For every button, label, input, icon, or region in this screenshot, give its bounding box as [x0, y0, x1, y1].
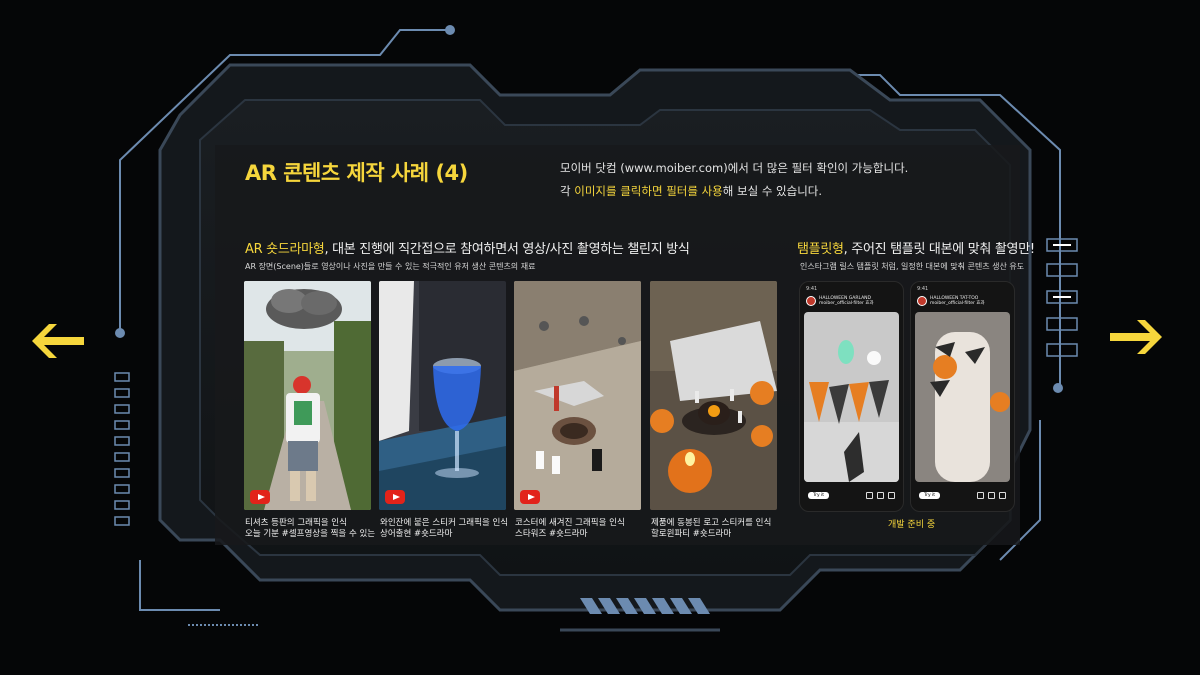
- phone-action-bar: Try it: [915, 489, 1010, 501]
- caption-line: 제품에 동봉된 로고 스티커를 인식: [651, 518, 772, 528]
- youtube-play-icon[interactable]: [385, 490, 405, 504]
- try-it-button[interactable]: Try it: [808, 491, 830, 499]
- template-title-rest: , 주어진 탬플릿 대본에 맞춰 촬영만!: [843, 242, 1035, 257]
- phone-screen: [915, 312, 1010, 482]
- youtube-play-icon[interactable]: [250, 490, 270, 504]
- left-arrow-icon[interactable]: [32, 322, 84, 360]
- ar-example-card-starwars[interactable]: [514, 281, 641, 510]
- share-icon[interactable]: [877, 491, 884, 499]
- account-text: HALLOWEEN TAT-TOO moiber_official·filter…: [930, 296, 985, 306]
- card-caption-starwars: 코스터에 새겨진 그래픽을 인식 스타워즈 #숏드라마: [515, 518, 645, 540]
- caption-line: 와인잔에 붙은 스티커 그래픽을 인식: [380, 518, 509, 528]
- try-it-button[interactable]: Try it: [919, 491, 941, 499]
- more-icon[interactable]: [888, 491, 895, 499]
- template-title-highlight: 탬플릿형: [797, 242, 844, 257]
- right-arrow-icon[interactable]: [1110, 318, 1162, 356]
- caption-line: 오늘 기분 #셀프영상을 찍을 수 있는: [245, 529, 376, 539]
- account-handle: moiber_official·filter 효과: [819, 301, 874, 306]
- card-caption-tshirt: 티셔츠 등판의 그래픽을 인식 오늘 기분 #셀프영상을 찍을 수 있는: [245, 518, 375, 540]
- account-text: HALLOWEEN GARLAND moiber_official·filter…: [819, 296, 874, 306]
- tshirt-scene-image: [244, 281, 371, 510]
- short-drama-section-title: AR 숏드라마형, 대본 진행에 직간접으로 참여하면서 영상/사진 촬영하는 …: [245, 238, 690, 257]
- starwars-scene-image: [514, 281, 641, 510]
- caption-line: 티셔츠 등판의 그래픽을 인식: [245, 518, 347, 528]
- template-section-title: 탬플릿형, 주어진 탬플릿 대본에 맞춰 촬영만!: [797, 238, 1035, 257]
- phone-status-time: 9:41: [917, 286, 929, 292]
- caption-line: 스타워즈 #숏드라마: [515, 529, 588, 539]
- phone-action-bar: Try it: [804, 489, 899, 501]
- tattoo-scene-image: [915, 312, 1010, 482]
- short-drama-title-highlight: AR 숏드라마형: [245, 242, 325, 257]
- save-icon[interactable]: [866, 491, 873, 499]
- phone-account: HALLOWEEN GARLAND moiber_official·filter…: [806, 296, 874, 306]
- ar-example-card-halloween[interactable]: [650, 281, 777, 510]
- page-title: AR 콘텐츠 제작 사례 (4): [245, 161, 468, 185]
- short-drama-title-rest: , 대본 진행에 직간접으로 참여하면서 영상/사진 촬영하는 챌린지 방식: [324, 242, 690, 257]
- more-icon[interactable]: [999, 491, 1006, 499]
- halloween-scene-image: [650, 281, 777, 510]
- youtube-play-icon[interactable]: [520, 490, 540, 504]
- slide-canvas: AR 콘텐츠 제작 사례 (4) 모이버 닷컴 (www.moiber.com)…: [0, 0, 1200, 675]
- site-info-text: 모이버 닷컴 (www.moiber.com)에서 더 많은 필터 확인이 가능…: [560, 161, 909, 175]
- ar-example-card-wineglass[interactable]: [379, 281, 506, 510]
- card-caption-halloween: 제품에 동봉된 로고 스티커를 인식 할로윈파티 #숏드라마: [651, 518, 781, 540]
- wineglass-scene-image: [379, 281, 506, 510]
- instruction-prefix: 각: [560, 184, 575, 198]
- caption-line: 할로윈파티 #숏드라마: [651, 529, 732, 539]
- caption-line: 상어출현 #숏드라마: [380, 529, 453, 539]
- account-handle: moiber_official·filter 효과: [930, 301, 985, 306]
- garland-scene-image: [804, 312, 899, 482]
- avatar: [806, 296, 816, 306]
- phone-account: HALLOWEEN TAT-TOO moiber_official·filter…: [917, 296, 985, 306]
- caption-line: 코스터에 새겨진 그래픽을 인식: [515, 518, 625, 528]
- instruction-suffix: 해 보실 수 있습니다.: [722, 184, 823, 198]
- card-caption-wineglass: 와인잔에 붙은 스티커 그래픽을 인식 상어출현 #숏드라마: [380, 518, 510, 540]
- phone-screen: [804, 312, 899, 482]
- click-instruction: 각 이미지를 클릭하면 필터를 사용해 보실 수 있습니다.: [560, 183, 822, 199]
- template-subtitle: 인스타그램 릴스 탬플릿 처럼, 일정한 대본에 맞춰 콘텐츠 생산 유도: [800, 262, 1025, 271]
- phone-mockup-garland[interactable]: 9:41 HALLOWEEN GARLAND moiber_official·f…: [799, 281, 904, 512]
- avatar: [917, 296, 927, 306]
- phone-status-time: 9:41: [806, 286, 818, 292]
- ar-example-card-tshirt[interactable]: [244, 281, 371, 510]
- development-status: 개발 준비 중: [888, 520, 936, 530]
- instruction-highlight: 이미지를 클릭하면 필터를 사용: [574, 184, 723, 198]
- save-icon[interactable]: [977, 491, 984, 499]
- short-drama-subtitle: AR 장면(Scene)들로 영상이나 사진을 만들 수 있는 적극적인 유저 …: [245, 262, 536, 271]
- phone-mockup-tattoo[interactable]: 9:41 HALLOWEEN TAT-TOO moiber_official·f…: [910, 281, 1015, 512]
- share-icon[interactable]: [988, 491, 995, 499]
